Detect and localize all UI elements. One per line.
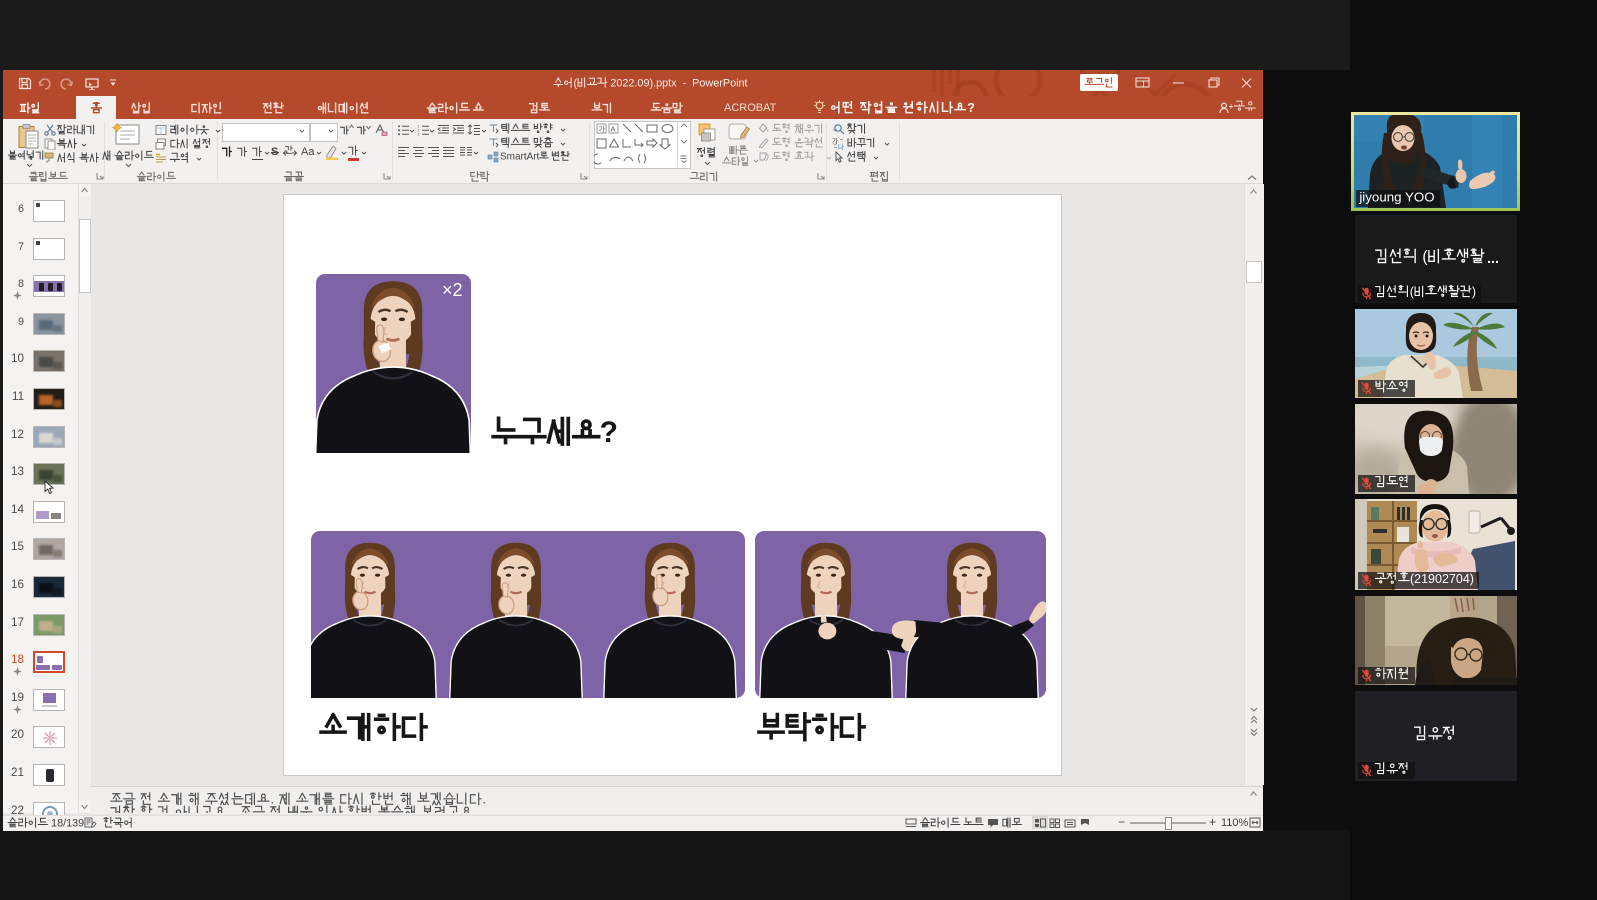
svg-text:12: 12	[11, 428, 24, 441]
svg-text:나: 나	[838, 142, 844, 150]
svg-text:SmartArt: SmartArt	[500, 152, 540, 163]
svg-text:19: 19	[11, 691, 24, 704]
svg-text:18: 18	[11, 653, 24, 666]
svg-text:.: .	[227, 805, 240, 813]
svg-text:8: 8	[18, 278, 24, 290]
svg-text:(: (	[574, 77, 578, 89]
svg-text:(: (	[1410, 285, 1415, 299]
svg-text:?: ?	[967, 101, 976, 115]
svg-text:2022.09).pptx - PowerPoint: 2022.09).pptx - PowerPoint	[607, 77, 747, 89]
svg-text:9: 9	[18, 316, 24, 328]
svg-text:(21902704): (21902704)	[1410, 572, 1474, 586]
svg-text:가: 가	[599, 125, 606, 134]
svg-text:20: 20	[11, 728, 24, 741]
svg-text:10: 10	[11, 352, 24, 365]
svg-text:?: ?	[600, 416, 617, 449]
svg-text:3: 3	[417, 133, 419, 137]
svg-text:17: 17	[11, 616, 24, 629]
svg-text:): )	[1472, 285, 1476, 299]
svg-text:(: (	[1418, 248, 1428, 265]
svg-text:13: 13	[11, 465, 24, 478]
svg-text:16: 16	[11, 578, 24, 591]
svg-text:6: 6	[18, 203, 24, 215]
svg-text:11: 11	[12, 391, 24, 403]
svg-text:14: 14	[11, 503, 24, 516]
svg-text:21: 21	[11, 766, 24, 779]
svg-text:.: .	[474, 805, 478, 813]
svg-text:A: A	[611, 125, 616, 134]
svg-text:7: 7	[18, 241, 24, 253]
svg-text:jiyoung YOO: jiyoung YOO	[1358, 189, 1434, 204]
svg-text:15: 15	[11, 540, 24, 553]
svg-text:18/139: 18/139	[48, 817, 84, 829]
